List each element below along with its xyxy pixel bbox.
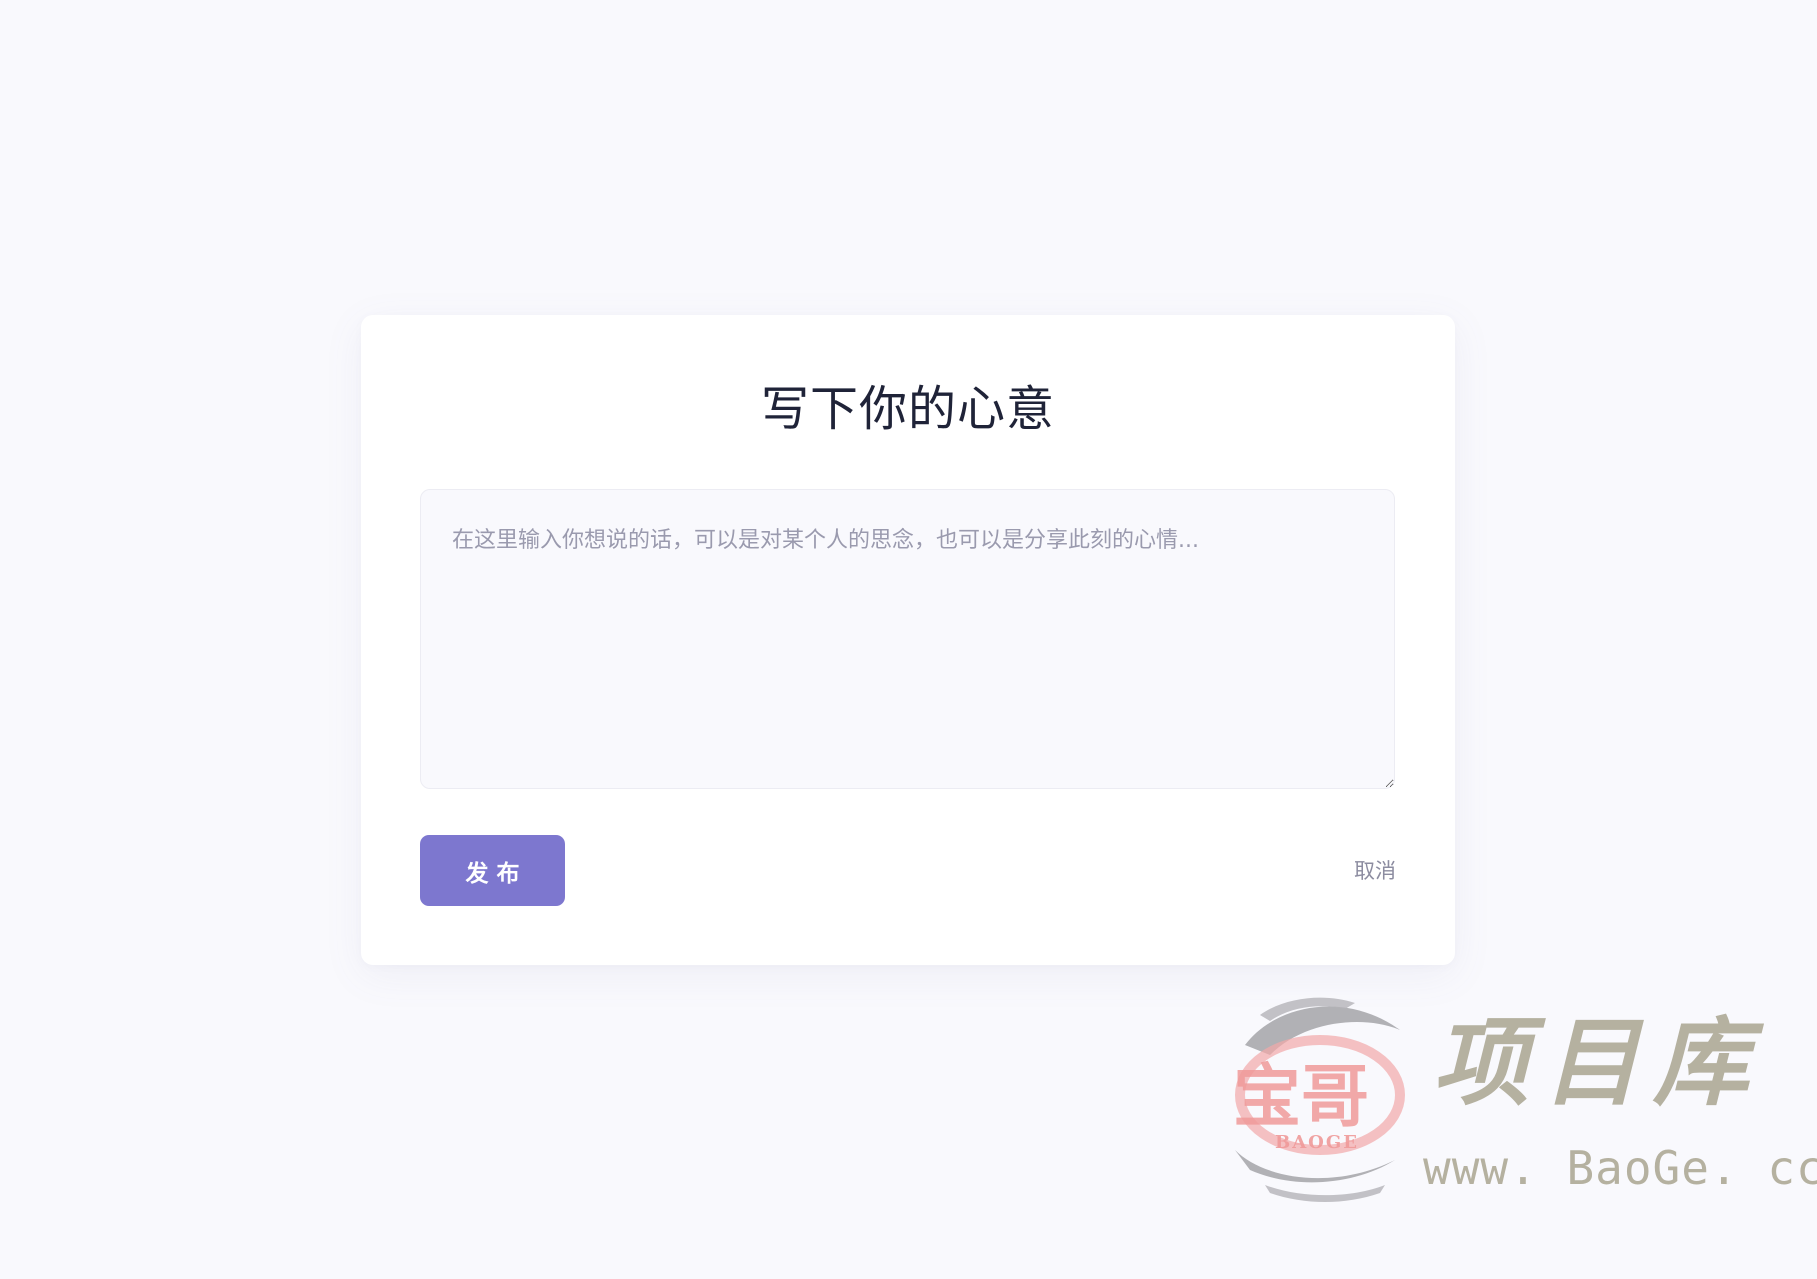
logo-subtext: BAOGE xyxy=(1275,1132,1359,1153)
page-title: 写下你的心意 xyxy=(760,381,1055,437)
logo-text: 宝哥 xyxy=(1233,1058,1369,1137)
watermark-url: www. BaoGe. cc xyxy=(1423,1141,1817,1195)
watermark: 宝哥 BAOGE 项目库 www. BaoGe. cc xyxy=(1225,985,1817,1205)
watermark-title: 项目库 xyxy=(1433,1006,1763,1119)
message-textarea[interactable] xyxy=(420,489,1395,789)
baoge-logo-icon: 宝哥 BAOGE xyxy=(1233,997,1405,1202)
cancel-button[interactable]: 取消 xyxy=(1354,855,1396,885)
publish-button[interactable]: 发布 xyxy=(420,835,565,906)
compose-card: 写下你的心意 发布 取消 xyxy=(361,315,1455,965)
